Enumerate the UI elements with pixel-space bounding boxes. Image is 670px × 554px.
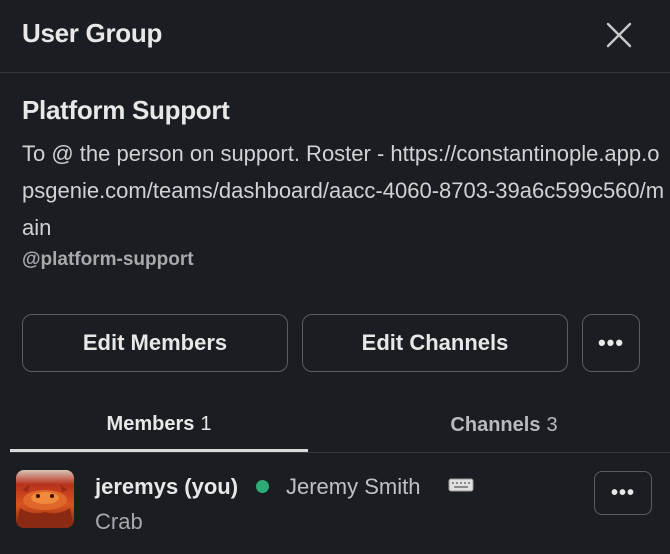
modal-header: User Group [0, 0, 670, 73]
tab-members[interactable]: Members 1 [10, 400, 308, 452]
more-actions-button[interactable]: ••• [582, 314, 640, 372]
tab-members-label: Members [106, 413, 195, 435]
member-more-button[interactable]: ••• [594, 471, 652, 515]
member-row[interactable]: jeremys (you) Jeremy Smith Crab ••• [0, 458, 670, 548]
avatar[interactable] [16, 470, 74, 528]
group-handle: @platform-support [22, 249, 194, 270]
member-title: Crab [95, 509, 143, 534]
edit-members-button[interactable]: Edit Members [22, 314, 288, 372]
close-icon [606, 22, 632, 48]
tab-channels-count: 3 [546, 413, 558, 436]
tab-channels[interactable]: Channels 3 [355, 400, 653, 450]
keyboard-icon [448, 478, 474, 492]
member-username[interactable]: jeremys (you) [95, 474, 238, 500]
edit-channels-button[interactable]: Edit Channels [302, 314, 568, 372]
avatar-image [16, 470, 74, 528]
tab-channels-label: Channels [450, 413, 541, 436]
group-name: Platform Support [22, 95, 230, 125]
presence-active-icon [256, 480, 269, 493]
member-real-name: Jeremy Smith [286, 474, 421, 499]
group-description: To @ the person on support. Roster - htt… [22, 141, 665, 240]
close-button[interactable] [604, 20, 634, 50]
tab-members-count: 1 [200, 413, 212, 435]
modal-title: User Group [22, 18, 163, 48]
tab-bar: Members 1 Channels 3 [10, 400, 670, 453]
